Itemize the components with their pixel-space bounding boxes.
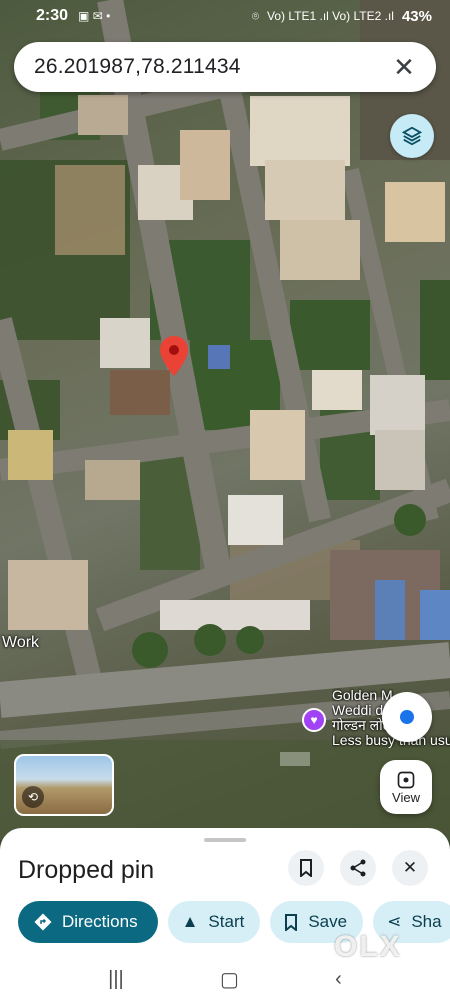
close-icon[interactable]: ✕ [390,52,418,83]
status-time: 2:30 [36,7,69,24]
search-box[interactable]: 26.201987,78.211434 ✕ [14,42,436,92]
close-icon: ✕ [402,858,418,877]
network-status: Vo) LTE1 .ıl Vo) LTE2 .ıl [267,9,394,23]
system-nav-bar: ||| ▢ ‹ [0,958,450,1000]
layers-button[interactable] [390,114,434,158]
share-icon [350,859,366,877]
directions-button[interactable]: Directions [18,901,158,943]
directions-icon [34,913,52,931]
save-label: Save [308,912,348,931]
layers-icon [401,126,423,146]
navigation-icon: ▲ [181,912,199,931]
directions-label: Directions [62,912,138,931]
my-location-icon [400,710,414,724]
back-icon[interactable]: ‹ [335,968,342,991]
view-label: View [392,789,420,805]
close-sheet-button[interactable]: ✕ [392,850,428,886]
dropped-pin-marker[interactable] [160,336,188,376]
share-icon-button[interactable] [340,850,376,886]
bookmark-icon [285,913,298,931]
save-icon-button[interactable] [288,850,324,886]
bookmark-icon [300,859,312,877]
home-icon[interactable]: ▢ [220,967,239,992]
start-label: Start [208,912,245,931]
start-button[interactable]: ▲ Start [167,901,261,943]
wedding-venue-icon[interactable]: ♥ [302,708,326,732]
work-label[interactable]: Work [2,634,39,652]
location-status-icon: ⌾ [251,8,260,23]
my-location-button[interactable] [382,692,432,742]
notification-icons: ▣ ✉ • [78,9,111,23]
status-bar: 2:30 ▣ ✉ • ⌾ Vo) LTE1 .ıl Vo) LTE2 .ıl 4… [0,0,450,32]
drag-handle[interactable] [204,838,246,842]
recent-apps-icon[interactable]: ||| [108,968,124,991]
street-view-thumbnail[interactable]: ⟲ [14,754,114,816]
rotate-360-icon: ⟲ [22,786,44,808]
place-title: Dropped pin [18,856,155,884]
search-query[interactable]: 26.201987,78.211434 [34,55,390,79]
street-view-icon [397,771,415,788]
status-right: ⌾ Vo) LTE1 .ıl Vo) LTE2 .ıl 43% [252,8,432,25]
share-label: Sha [411,912,442,931]
battery-level: 43% [401,7,432,25]
street-view-button[interactable]: View [380,760,432,814]
share-icon: ⋖ [387,912,402,931]
